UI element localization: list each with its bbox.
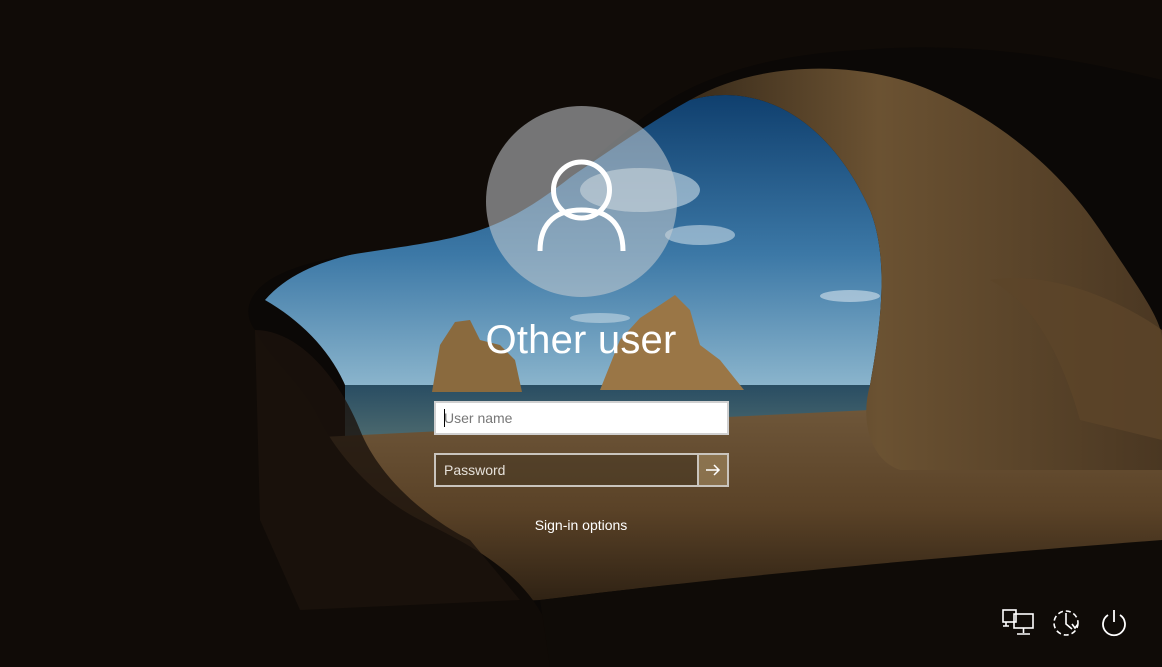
username-input[interactable] xyxy=(434,401,729,435)
submit-button[interactable] xyxy=(697,453,729,487)
password-input[interactable] xyxy=(434,453,697,487)
display-name: Other user xyxy=(485,318,677,362)
ease-of-access-button[interactable] xyxy=(1048,604,1084,640)
power-icon xyxy=(1102,610,1126,637)
sign-in-options-link[interactable]: Sign-in options xyxy=(481,517,681,533)
network-icon xyxy=(1002,609,1034,635)
arrow-right-icon xyxy=(706,464,721,476)
power-button[interactable] xyxy=(1096,604,1132,640)
user-silhouette-icon xyxy=(537,159,626,252)
text-caret xyxy=(444,409,445,427)
user-avatar xyxy=(486,106,677,297)
ease-of-access-icon xyxy=(1053,610,1079,636)
network-button[interactable] xyxy=(1000,604,1036,640)
